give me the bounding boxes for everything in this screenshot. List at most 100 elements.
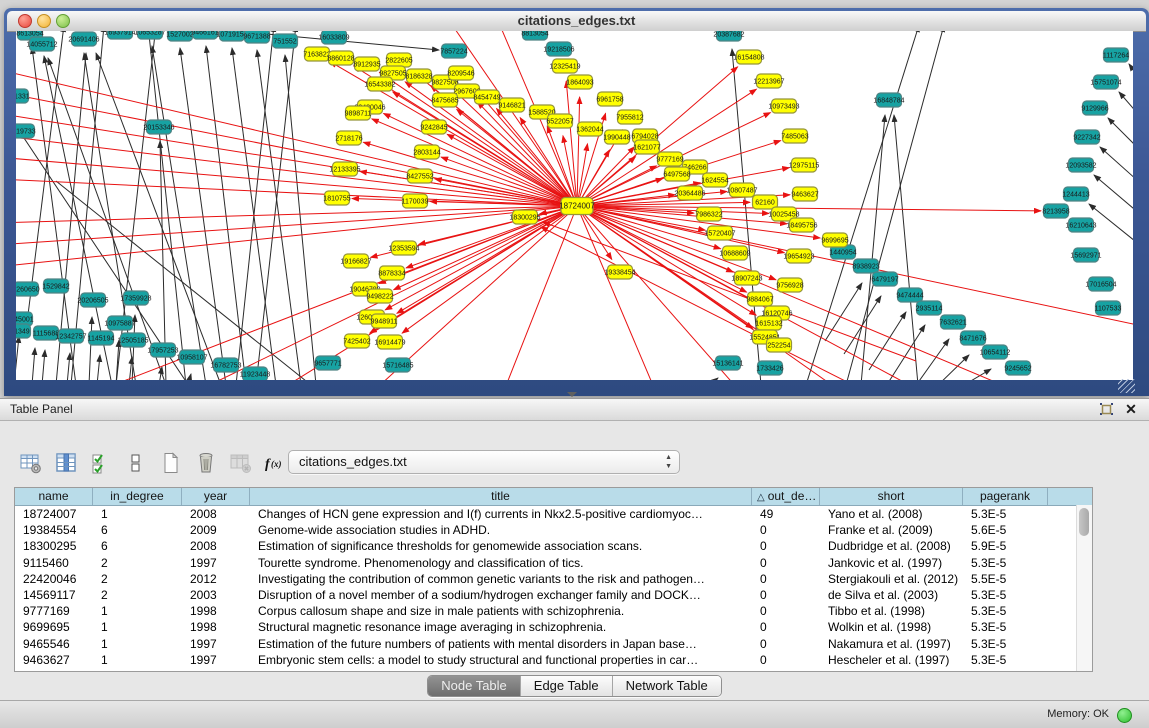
network-node[interactable]: 14055712 — [26, 37, 57, 51]
network-node[interactable]: 2803144 — [413, 145, 440, 159]
network-node[interactable]: 10654112 — [980, 345, 1011, 359]
network-node[interactable]: 16154808 — [733, 50, 764, 64]
table-selector-dropdown[interactable]: citations_edges.txt ▲▼ — [288, 450, 680, 474]
network-node[interactable]: 8454749 — [473, 90, 500, 104]
column-header-title[interactable]: title — [250, 488, 752, 505]
network-node[interactable]: 8471676 — [959, 331, 986, 345]
network-node[interactable]: 16848784 — [873, 93, 904, 107]
network-node[interactable]: 17016504 — [1085, 277, 1116, 291]
network-node[interactable]: 7632621 — [939, 315, 966, 329]
network-node[interactable]: 8475685 — [431, 93, 458, 107]
network-node[interactable]: 7425402 — [343, 334, 370, 348]
network-node[interactable]: 10688609 — [719, 246, 750, 260]
network-node[interactable]: 9898711 — [345, 106, 372, 120]
column-header-short[interactable]: short — [820, 488, 963, 505]
network-node[interactable]: 15751074 — [1090, 75, 1121, 89]
network-node[interactable]: 15720407 — [704, 226, 735, 240]
network-node[interactable]: 6522057 — [546, 114, 573, 128]
network-node[interactable]: 9498222 — [366, 289, 393, 303]
create-column-icon[interactable] — [158, 450, 184, 476]
network-node[interactable]: 9474444 — [896, 288, 923, 302]
network-node[interactable]: 10653287 — [134, 31, 165, 39]
network-node[interactable]: 1145194 — [88, 331, 115, 345]
minimize-traffic-light-icon[interactable] — [37, 14, 51, 28]
network-node[interactable]: 17359928 — [120, 291, 151, 305]
network-node[interactable]: 12325419 — [549, 59, 580, 73]
network-node[interactable]: 1621077 — [633, 140, 660, 154]
zoom-traffic-light-icon[interactable] — [56, 14, 70, 28]
network-node[interactable]: 2935114 — [916, 301, 943, 315]
network-node[interactable]: 9884067 — [746, 292, 773, 306]
network-node[interactable]: 1529842 — [42, 279, 69, 293]
network-node[interactable]: 9463627 — [791, 187, 818, 201]
network-node[interactable]: 12975115 — [789, 158, 820, 172]
network-node[interactable]: 20387682 — [713, 31, 744, 41]
table-row[interactable]: 1830029562008Estimation of significance … — [15, 538, 1092, 554]
network-node[interactable]: 16782753 — [210, 358, 241, 372]
network-node[interactable]: 16914479 — [374, 335, 405, 349]
network-node[interactable]: 12093582 — [1065, 158, 1096, 172]
network-node[interactable]: 15692971 — [1070, 248, 1101, 262]
network-node[interactable]: 8209546 — [447, 66, 474, 80]
network-node[interactable]: 7485063 — [781, 129, 808, 143]
close-traffic-light-icon[interactable] — [18, 14, 32, 28]
network-node[interactable]: 20364486 — [674, 186, 705, 200]
network-node[interactable]: 1733426 — [756, 361, 783, 375]
table-row[interactable]: 1938455462009Genome-wide association stu… — [15, 522, 1092, 538]
network-node[interactable]: 18907243 — [731, 271, 762, 285]
unselect-all-icon[interactable] — [123, 450, 149, 476]
network-window-titlebar[interactable]: citations_edges.txt — [7, 11, 1146, 32]
network-node[interactable]: 8813054 — [521, 31, 548, 40]
network-node[interactable]: 19166827 — [340, 254, 371, 268]
network-node[interactable]: 20691406 — [68, 32, 99, 46]
network-node[interactable]: 7857224 — [440, 44, 467, 58]
network-node[interactable]: 2822605 — [385, 53, 412, 67]
network-node[interactable]: 19338454 — [604, 265, 635, 279]
tab-node-table[interactable]: Node Table — [428, 676, 520, 696]
network-node[interactable]: 8186328 — [405, 69, 432, 83]
network-node[interactable]: 1170039 — [402, 194, 429, 208]
network-node[interactable]: 17957253 — [147, 343, 178, 357]
network-node[interactable]: 9146821 — [498, 98, 525, 112]
float-window-icon[interactable] — [1099, 402, 1115, 417]
network-node[interactable]: 19218506 — [543, 42, 574, 56]
network-node[interactable]: 8912935 — [353, 57, 380, 71]
network-node[interactable]: 8860128 — [327, 51, 354, 65]
network-node[interactable]: 1990448 — [603, 130, 630, 144]
network-node[interactable]: 9129966 — [1081, 101, 1108, 115]
network-node[interactable]: 8878334 — [378, 266, 405, 280]
network-node[interactable]: 16543382 — [364, 77, 395, 91]
network-node[interactable]: 9466161 — [191, 31, 218, 39]
table-row[interactable]: 977716911998Corpus callosum shape and si… — [15, 603, 1092, 619]
function-builder-icon[interactable]: f (x) — [263, 450, 289, 476]
network-node[interactable]: 20153346 — [143, 120, 174, 134]
network-node[interactable]: 6961758 — [596, 92, 623, 106]
network-node[interactable]: 9242845 — [420, 120, 447, 134]
network-node[interactable]: 12353594 — [388, 241, 419, 255]
table-mode-icon[interactable] — [18, 450, 44, 476]
table-row[interactable]: 969969511998Structural magnetic resonanc… — [15, 619, 1092, 635]
network-node[interactable]: 12342757 — [55, 329, 86, 343]
network-node[interactable]: 1624554 — [701, 173, 728, 187]
network-node[interactable]: 9671388 — [243, 31, 270, 43]
network-node[interactable]: 16033809 — [318, 31, 349, 44]
network-graph[interactable]: 8613054140557122069140616937914106532871… — [16, 31, 1133, 380]
network-node[interactable]: 7986322 — [695, 207, 722, 221]
column-header-in_degree[interactable]: in_degree — [93, 488, 182, 505]
network-node[interactable]: 8938923 — [852, 259, 879, 273]
network-node[interactable]: 1117264 — [1103, 48, 1129, 62]
network-node[interactable]: 7955812 — [616, 110, 643, 124]
network-node[interactable]: 15716485 — [382, 358, 413, 372]
network-node[interactable]: 12133395 — [329, 162, 360, 176]
network-node[interactable]: 1201331 — [16, 89, 30, 103]
network-node[interactable]: 9699695 — [821, 233, 848, 247]
network-node[interactable]: 9948911 — [371, 314, 398, 328]
network-canvas[interactable]: 8613054140557122069140616937914106532871… — [16, 31, 1133, 380]
network-node[interactable]: 18300295 — [509, 210, 540, 224]
network-node[interactable]: 1527002 — [166, 31, 193, 41]
column-header-pagerank[interactable]: pagerank — [963, 488, 1048, 505]
network-node[interactable]: 12505185 — [117, 333, 148, 347]
network-node[interactable]: 9245652 — [1004, 361, 1031, 375]
network-node[interactable]: 9777169 — [656, 152, 683, 166]
network-node[interactable]: 1810755 — [323, 191, 350, 205]
